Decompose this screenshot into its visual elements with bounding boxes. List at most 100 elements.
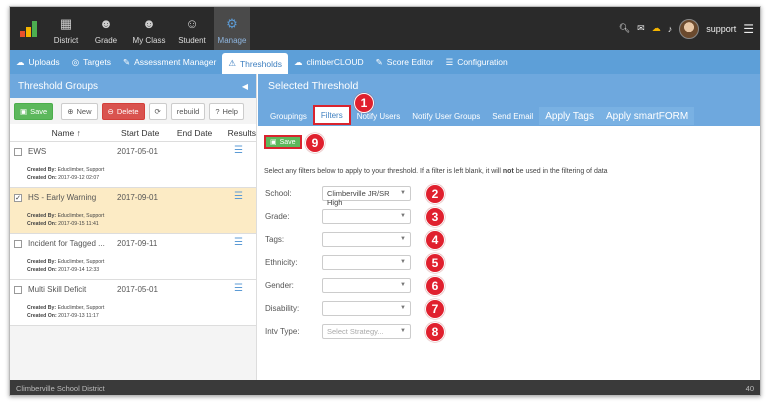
gender-select[interactable]: ▼	[322, 278, 411, 293]
help-button[interactable]: ? Help	[209, 102, 244, 120]
col-end-date[interactable]: End Date	[171, 128, 226, 138]
table-row[interactable]: ✓ HS - Early Warning 2017-09-01 ☰ Create…	[10, 188, 256, 234]
row-created-on: Created On: 2017-09-12 02:07	[27, 175, 99, 181]
results-list-icon[interactable]: ☰	[234, 283, 243, 294]
save-button[interactable]: ▣ Save	[14, 102, 54, 120]
tab-label: Score Editor	[386, 57, 434, 67]
pencil-icon: ✎	[375, 56, 383, 67]
tab-configuration[interactable]: ☰ Configuration	[440, 50, 514, 74]
new-button[interactable]: ⊕ New	[61, 102, 98, 120]
row-checkbox[interactable]	[14, 240, 22, 248]
row-start-date: 2017-05-01	[117, 285, 158, 294]
student-icon: ☺	[185, 16, 199, 31]
chevron-down-icon: ▼	[400, 259, 406, 265]
table-row[interactable]: EWS 2017-05-01 ☰ Created By: Educlimber,…	[10, 142, 256, 188]
cloud-icon: ☁	[294, 56, 303, 67]
tab-label: Thresholds	[239, 58, 282, 69]
tags-select[interactable]: ▼	[322, 232, 411, 247]
row-start-date: 2017-09-11	[117, 239, 158, 248]
btn-label: Delete	[116, 106, 139, 116]
subtab-apply-tags[interactable]: Apply Tags	[539, 107, 600, 125]
nav-manage[interactable]: ⚙ Manage	[214, 7, 250, 50]
filters-save-button[interactable]: ▣ Save	[264, 135, 302, 149]
row-checkbox[interactable]	[14, 286, 22, 294]
meta-value: Educlimber, Support	[57, 305, 105, 311]
table-header: Name ↑ Start Date End Date Results	[10, 124, 256, 142]
tab-score-editor[interactable]: ✎ Score Editor	[370, 50, 440, 74]
callout-badge-8: 8	[425, 322, 445, 342]
instr-text: be used in the filtering of data	[513, 168, 608, 175]
col-results[interactable]: Results	[226, 128, 256, 138]
grade-select[interactable]: ▼	[322, 209, 411, 224]
col-start-date[interactable]: Start Date	[115, 128, 171, 138]
row-name: Incident for Tagged ...	[28, 239, 105, 248]
table-row[interactable]: Multi Skill Deficit 2017-05-01 ☰ Created…	[10, 280, 256, 326]
threshold-groups-panel: Threshold Groups ◀ ▣ Save ⊕ New ⊖ Delete ⟳ …	[10, 74, 257, 380]
meta-value: Educlimber, Support	[57, 213, 105, 219]
btn-label: Help	[222, 106, 238, 116]
target-icon: ◎	[71, 56, 80, 67]
avatar[interactable]	[679, 18, 700, 39]
subtab-send-email[interactable]: Send Email	[486, 107, 539, 125]
tab-assessment-manager[interactable]: ✎ Assessment Manager	[117, 50, 222, 74]
floppy-icon: ▣	[270, 139, 277, 146]
meta-value: Educlimber, Support	[57, 167, 105, 173]
tab-label: climberCLOUD	[306, 57, 364, 67]
tab-climbercloud[interactable]: ☁ climberCLOUD	[288, 50, 370, 74]
tab-targets[interactable]: ◎ Targets	[66, 50, 117, 74]
subtab-notify-user-groups[interactable]: Notify User Groups	[406, 107, 486, 125]
floppy-icon: ▣	[20, 106, 28, 116]
gears-icon: ⚙	[226, 16, 238, 31]
results-list-icon[interactable]: ☰	[234, 191, 243, 202]
subtab-apply-smartform[interactable]: Apply smartFORM	[599, 107, 695, 125]
grade-label: Grade:	[265, 212, 290, 221]
row-checkbox-checked[interactable]: ✓	[14, 194, 22, 202]
refresh-icon: ⟳	[154, 106, 161, 116]
manage-tabbar: ☁ Uploads ◎ Targets ✎ Assessment Manager ⚠ T…	[10, 50, 760, 74]
refresh-button[interactable]: ⟳	[148, 102, 167, 120]
table-row[interactable]: Incident for Tagged ... 2017-09-11 ☰ Cre…	[10, 234, 256, 280]
row-created-on: Created On: 2017-09-13 11:17	[27, 313, 99, 319]
disability-select[interactable]: ▼	[322, 301, 411, 316]
tab-thresholds[interactable]: ⚠ Thresholds	[222, 53, 288, 74]
mail-icon[interactable]: ✉	[637, 23, 645, 34]
nav-grade[interactable]: ☻ Grade	[88, 7, 124, 50]
nav-my-class[interactable]: ☻ My Class	[128, 7, 170, 50]
educlimber-logo[interactable]	[20, 21, 42, 37]
group-icon: ☻	[99, 16, 113, 31]
hamburger-menu-icon[interactable]: ☰	[743, 22, 754, 36]
bell-icon[interactable]: ♪	[668, 24, 673, 34]
cloud-upload-icon[interactable]: ☁	[652, 23, 661, 34]
subtab-filters[interactable]: Filters	[312, 105, 351, 125]
select-value: Climberville JR/SR High	[327, 189, 390, 207]
filters-instruction: Select any filters below to apply to you…	[264, 168, 608, 175]
tab-uploads[interactable]: ☁ Uploads	[10, 50, 66, 74]
delete-button[interactable]: ⊖ Delete	[101, 102, 145, 120]
callout-badge-6: 6	[425, 276, 445, 296]
search-icon[interactable]: 🔍︎	[619, 23, 630, 34]
nav-student[interactable]: ☺ Student	[174, 7, 210, 50]
version-number: 40	[745, 384, 754, 393]
minus-icon: ⊖	[107, 106, 114, 116]
nav-label: Student	[178, 36, 206, 45]
subtab-groupings[interactable]: Groupings	[264, 107, 313, 125]
nav-district[interactable]: ▦ District	[48, 7, 84, 50]
intv-type-select[interactable]: Select Strategy... ▼	[322, 324, 411, 339]
col-name[interactable]: Name ↑	[28, 128, 115, 138]
tab-label: Uploads	[28, 57, 60, 67]
instr-bold: not	[502, 168, 514, 175]
rebuild-button[interactable]: rebuild	[170, 102, 206, 120]
ethnicity-select[interactable]: ▼	[322, 255, 411, 270]
callout-badge-7: 7	[425, 299, 445, 319]
groups-toolbar: ▣ Save ⊕ New ⊖ Delete ⟳ rebuild ? Help	[10, 98, 256, 124]
user-name[interactable]: support	[706, 24, 736, 34]
panel-title: Selected Threshold	[268, 80, 359, 92]
results-list-icon[interactable]: ☰	[234, 237, 243, 248]
top-right-tools: 🔍︎ ✉ ☁ ♪ support ☰	[619, 7, 754, 50]
collapse-icon[interactable]: ◀	[242, 82, 248, 91]
row-checkbox[interactable]	[14, 148, 22, 156]
results-list-icon[interactable]: ☰	[234, 145, 243, 156]
btn-label: rebuild	[176, 106, 200, 116]
class-icon: ☻	[142, 16, 156, 31]
school-select[interactable]: Climberville JR/SR High ▼	[322, 186, 411, 207]
